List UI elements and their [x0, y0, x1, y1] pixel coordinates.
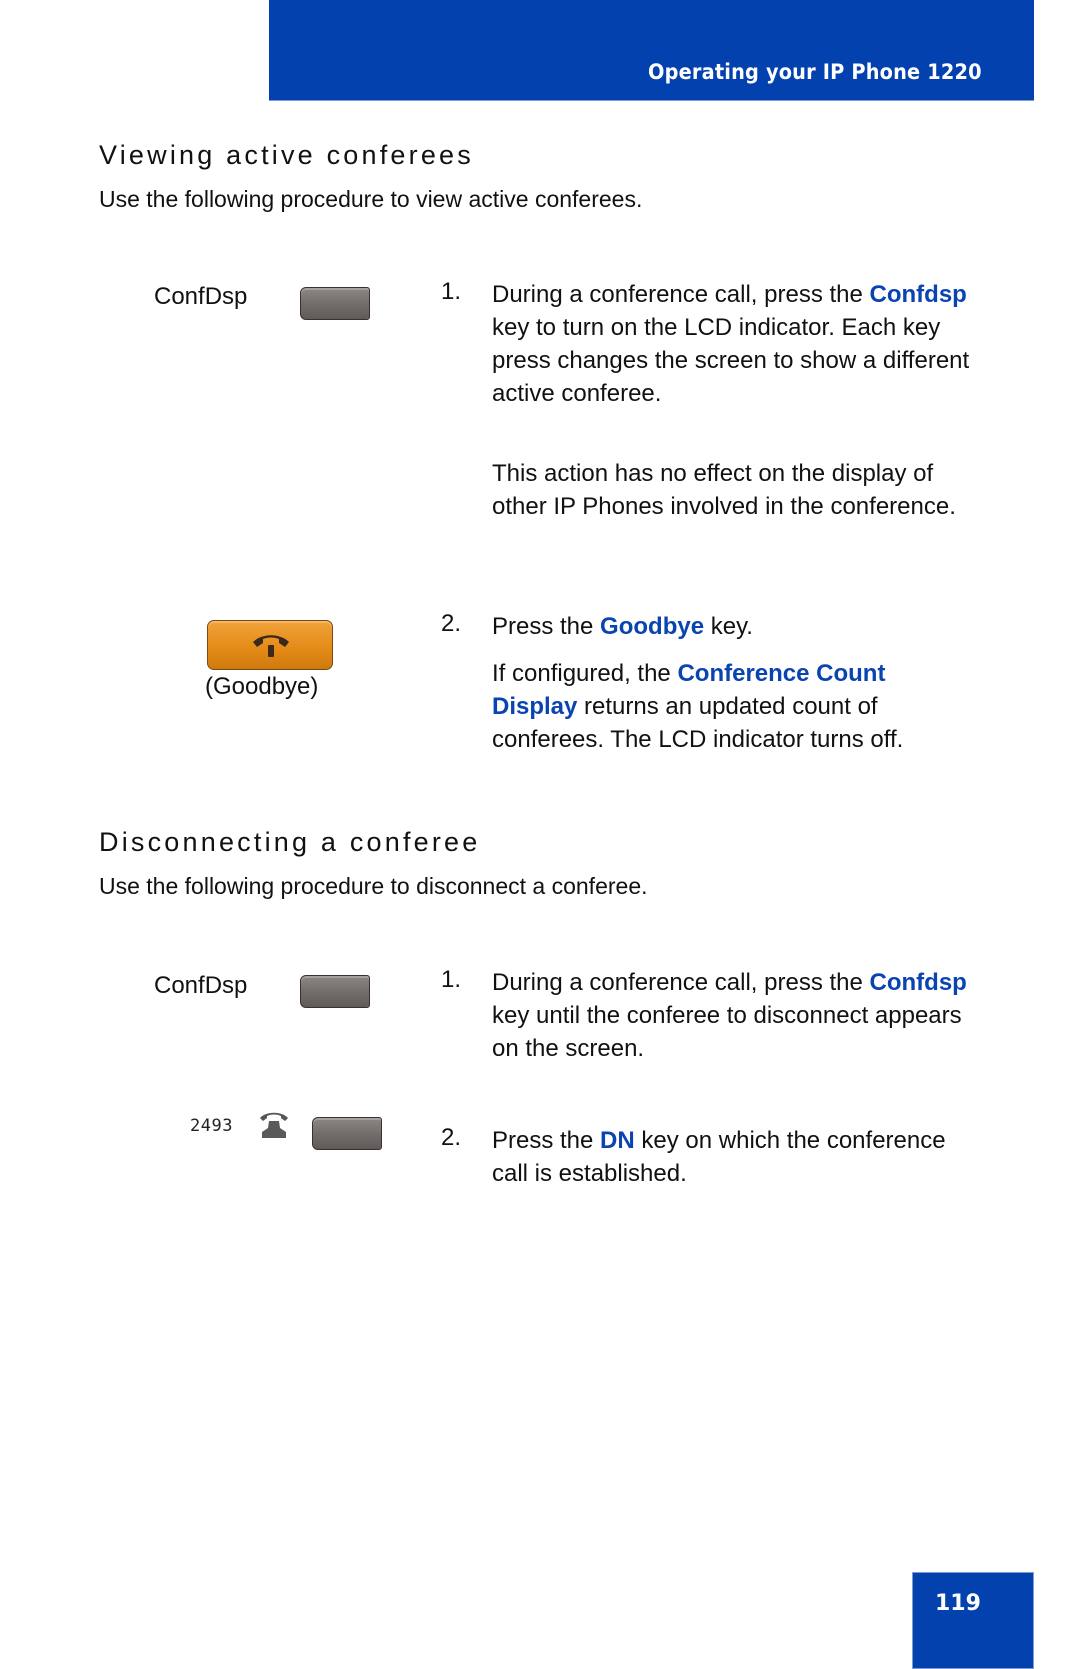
step-number: 2. — [441, 610, 462, 637]
step-text-part: During a conference call, press the — [492, 281, 870, 308]
hang-up-icon — [253, 635, 289, 657]
step-text: During a conference call, press the Conf… — [492, 278, 972, 410]
confdsp-key-reference: Confdsp — [869, 969, 967, 996]
step-number: 1. — [441, 278, 462, 305]
confdsp-key-label: ConfDsp — [154, 283, 248, 310]
telephone-icon — [260, 1112, 288, 1138]
header-band: Operating your IP Phone 1220 — [269, 0, 1034, 101]
dn-number-label: 2493 — [190, 1116, 233, 1136]
confdsp-key-label: ConfDsp — [154, 972, 248, 999]
step-text: During a conference call, press the Conf… — [492, 966, 972, 1065]
section-intro-viewing: Use the following procedure to view acti… — [99, 186, 643, 212]
section-heading-disconnecting: Disconnecting a conferee — [99, 827, 481, 857]
step-text: Press the Goodbye key. — [492, 610, 972, 643]
page-number: 119 — [935, 1591, 981, 1616]
dn-key-button[interactable] — [312, 1117, 382, 1150]
step-text-part: key to turn on the LCD indicator. Each k… — [492, 314, 970, 407]
step-text-part: During a conference call, press the — [492, 969, 870, 996]
step-text: Press the DN key on which the conference… — [492, 1124, 972, 1190]
goodbye-key-label: (Goodbye) — [205, 673, 319, 700]
header-title: Operating your IP Phone 1220 — [648, 60, 982, 84]
section-intro-disconnecting: Use the following procedure to disconnec… — [99, 873, 648, 899]
section-heading-viewing: Viewing active conferees — [99, 140, 474, 170]
page-number-box: 119 — [912, 1572, 1034, 1669]
goodbye-key-button[interactable] — [207, 620, 333, 670]
step-text-part: Press the — [492, 1127, 601, 1154]
step-text-part: key until the conferee to disconnect app… — [492, 1002, 962, 1062]
confdsp-key-button[interactable] — [300, 287, 370, 320]
goodbye-key-reference: Goodbye — [600, 613, 705, 640]
confdsp-key-button[interactable] — [300, 975, 370, 1008]
step-text-part: key. — [704, 613, 753, 640]
step-text-part: Press the — [492, 613, 601, 640]
step-number: 1. — [441, 966, 462, 993]
step-number: 2. — [441, 1124, 462, 1151]
dn-key-reference: DN — [600, 1127, 635, 1154]
step-text-part: If configured, the — [492, 660, 678, 687]
confdsp-key-reference: Confdsp — [869, 281, 967, 308]
step-note: If configured, the Conference Count Disp… — [492, 657, 972, 756]
step-note: This action has no effect on the display… — [492, 460, 956, 520]
